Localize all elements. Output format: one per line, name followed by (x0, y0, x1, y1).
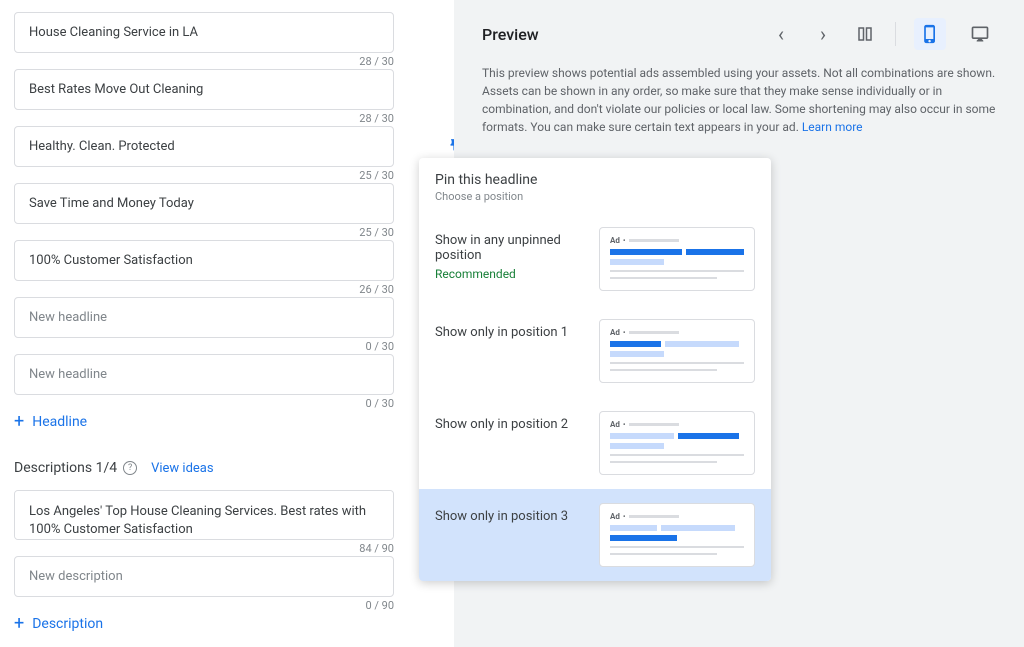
char-counter: 25 / 30 (359, 226, 394, 239)
ad-preview-thumbnail: Ad• (599, 319, 755, 383)
preview-title: Preview (482, 25, 539, 44)
descriptions-header: Descriptions 1/4 ? View ideas (14, 460, 438, 476)
learn-more-link[interactable]: Learn more (802, 120, 863, 134)
add-description-label: Description (32, 616, 103, 632)
headline-input[interactable] (14, 354, 394, 395)
pin-option-label: Show in any unpinned position (435, 233, 599, 263)
char-counter: 0 / 30 (365, 397, 394, 410)
char-counter: 0 / 90 (365, 599, 394, 612)
recommended-label: Recommended (435, 267, 599, 281)
add-headline-button[interactable]: + Headline (14, 411, 438, 432)
preview-controls: ‹ › (769, 18, 996, 50)
headlines-panel: 28 / 30 28 / 30 3 25 / 30 25 / 30 26 / 3… (0, 0, 454, 647)
headline-row: 3 25 / 30 (14, 126, 438, 167)
headline-row: 25 / 30 (14, 183, 438, 224)
ad-preview-thumbnail: Ad• (599, 411, 755, 475)
pin-option-2[interactable]: Show only in position 2 Ad• (419, 397, 771, 489)
headline-input[interactable] (14, 126, 394, 167)
char-counter: 28 / 30 (359, 112, 394, 125)
headline-row: 26 / 30 (14, 240, 438, 281)
pin-option-any[interactable]: Show in any unpinned position Recommende… (419, 213, 771, 305)
char-counter: 25 / 30 (359, 169, 394, 182)
headline-input[interactable] (14, 69, 394, 110)
ad-preview-thumbnail: Ad• (599, 227, 755, 291)
preview-description: This preview shows potential ads assembl… (454, 64, 1024, 136)
char-counter: 28 / 30 (359, 55, 394, 68)
ad-preview-thumbnail: Ad• (599, 503, 755, 567)
headline-input[interactable] (14, 240, 394, 281)
next-button[interactable]: › (811, 22, 835, 46)
headline-row: 0 / 30 (14, 354, 438, 395)
description-input[interactable]: Los Angeles' Top House Cleaning Services… (14, 490, 394, 540)
headline-row: 0 / 30 (14, 297, 438, 338)
mobile-icon (920, 24, 940, 44)
add-headline-label: Headline (32, 414, 87, 430)
description-row: 0 / 90 (14, 556, 438, 597)
view-ideas-link[interactable]: View ideas (151, 461, 214, 476)
description-row: Los Angeles' Top House Cleaning Services… (14, 490, 438, 540)
grid-icon (856, 25, 874, 43)
desktop-view-button[interactable] (964, 18, 996, 50)
pin-indicator[interactable]: 3 (447, 138, 454, 152)
help-icon[interactable]: ? (123, 461, 137, 475)
headline-row: 28 / 30 (14, 12, 438, 53)
pin-headline-popover: Pin this headline Choose a position Show… (419, 158, 771, 581)
pin-icon (447, 138, 454, 152)
preview-header: Preview ‹ › (454, 0, 1024, 64)
pin-option-3[interactable]: Show only in position 3 Ad• (419, 489, 771, 581)
descriptions-label: Descriptions 1/4 (14, 460, 117, 476)
description-input[interactable] (14, 556, 394, 597)
pin-option-label: Show only in position 1 (435, 319, 599, 340)
mobile-view-button[interactable] (914, 18, 946, 50)
char-counter: 84 / 90 (359, 542, 394, 555)
add-description-button[interactable]: + Description (14, 613, 438, 634)
divider (895, 22, 896, 46)
pin-option-1[interactable]: Show only in position 1 Ad• (419, 305, 771, 397)
headline-row: 28 / 30 (14, 69, 438, 110)
char-counter: 26 / 30 (359, 283, 394, 296)
desktop-icon (970, 24, 990, 44)
headline-input[interactable] (14, 12, 394, 53)
plus-icon: + (14, 613, 24, 634)
plus-icon: + (14, 411, 24, 432)
pin-option-label: Show only in position 2 (435, 411, 599, 432)
prev-button[interactable]: ‹ (769, 22, 793, 46)
popover-title: Pin this headline (419, 172, 771, 188)
grid-view-button[interactable] (853, 22, 877, 46)
char-counter: 0 / 30 (365, 340, 394, 353)
pin-option-label: Show only in position 3 (435, 503, 599, 524)
headline-input[interactable] (14, 297, 394, 338)
popover-subtitle: Choose a position (419, 190, 771, 203)
headline-input[interactable] (14, 183, 394, 224)
